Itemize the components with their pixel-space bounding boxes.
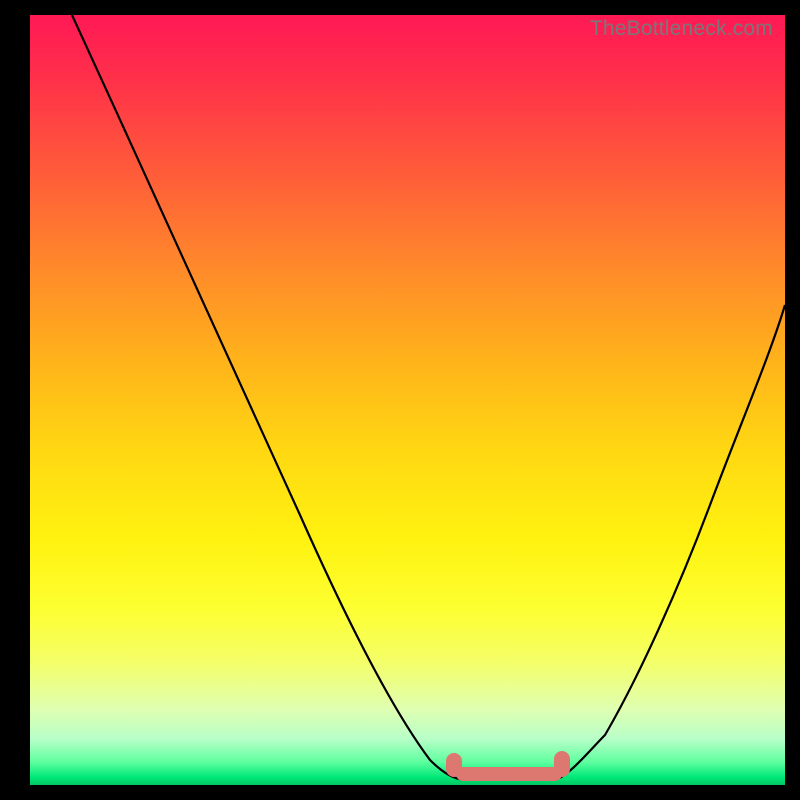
- bottom-highlight-right-cap: [554, 751, 570, 777]
- bottom-highlight-bar: [456, 767, 562, 781]
- right-curve-path: [555, 305, 785, 780]
- chart-plot-area: TheBottleneck.com: [30, 15, 785, 785]
- left-curve-path: [72, 15, 465, 780]
- watermark-text: TheBottleneck.com: [590, 17, 773, 41]
- bottleneck-curve: [30, 15, 785, 785]
